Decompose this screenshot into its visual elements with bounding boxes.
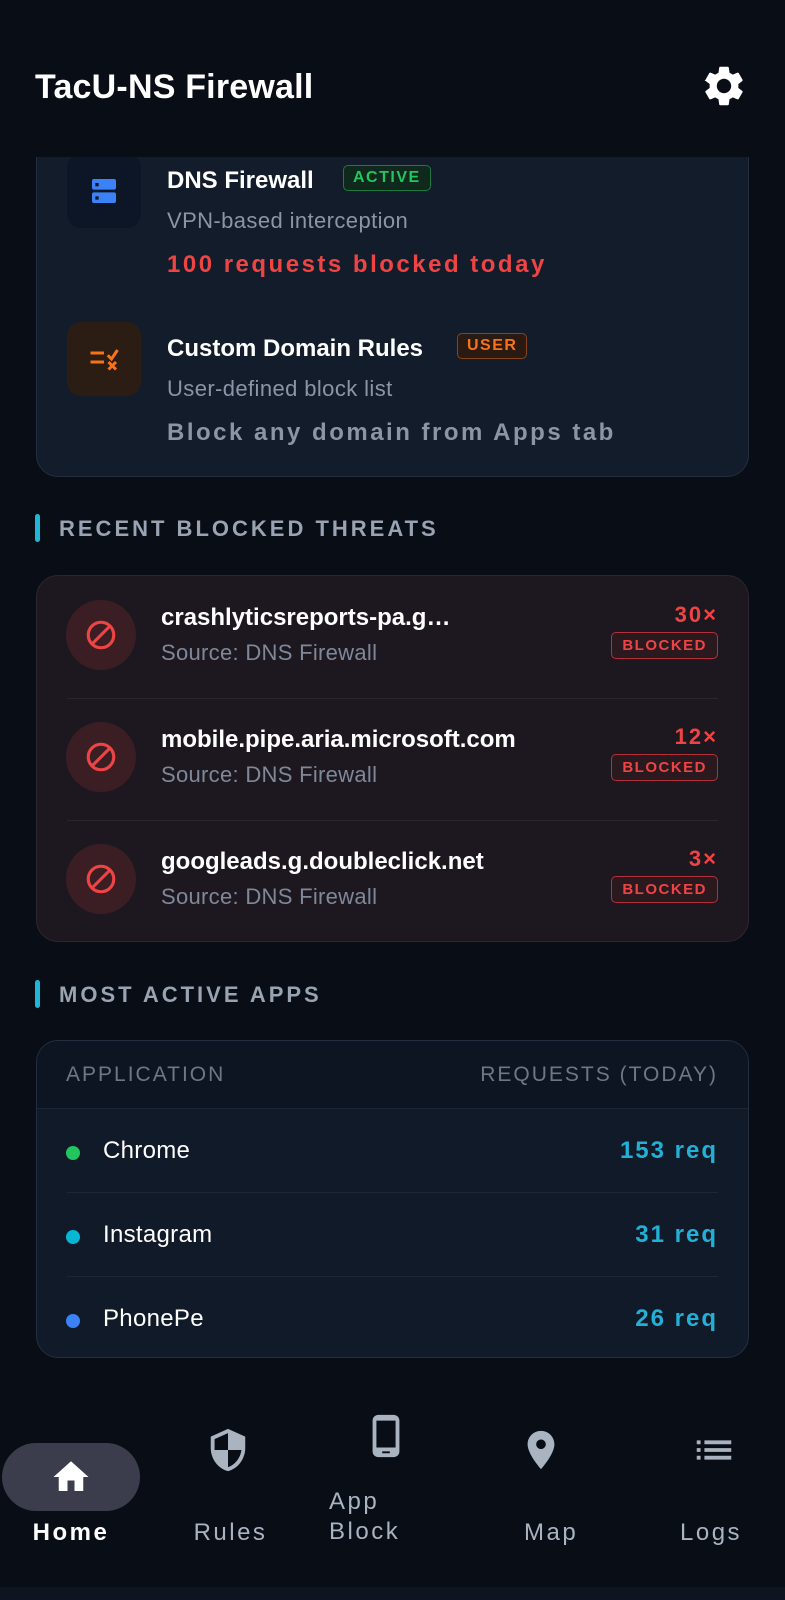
nav-label: App Block bbox=[329, 1488, 401, 1545]
blocked-badge: BLOCKED bbox=[611, 632, 718, 659]
nav-label: Home bbox=[32, 1519, 110, 1546]
threat-domain: mobile.pipe.aria.microsoft.com bbox=[161, 726, 516, 753]
main-content[interactable]: DNS Firewall ACTIVE VPN-based intercepti… bbox=[0, 157, 785, 1397]
threat-count: 30× bbox=[674, 602, 718, 627]
app-title: TacU-NS Firewall bbox=[35, 68, 314, 106]
block-icon bbox=[66, 600, 136, 670]
section-accent-bar bbox=[35, 514, 40, 542]
gear-icon bbox=[704, 66, 743, 106]
nav-app-block[interactable]: App Block bbox=[310, 1397, 467, 1587]
gesture-bar-area bbox=[0, 1587, 785, 1600]
engine-row-custom-rules[interactable]: Custom Domain Rules USER User-defined bl… bbox=[37, 296, 748, 446]
status-bar bbox=[0, 0, 785, 50]
engine-row-dns-firewall[interactable]: DNS Firewall ACTIVE VPN-based intercepti… bbox=[37, 157, 748, 278]
most-active-apps-card: APPLICATION REQUESTS (TODAY) Chrome 153 … bbox=[36, 1040, 749, 1358]
table-row[interactable]: PhonePe 26 req bbox=[37, 1277, 748, 1357]
engine-description: VPN-based interception bbox=[167, 208, 409, 233]
app-name: Instagram bbox=[103, 1221, 213, 1248]
threat-source: Source: DNS Firewall bbox=[161, 640, 378, 665]
table-row[interactable]: Instagram 31 req bbox=[37, 1193, 748, 1277]
table-row[interactable]: Chrome 153 req bbox=[37, 1109, 748, 1193]
nav-map[interactable]: Map bbox=[474, 1397, 631, 1587]
threat-row[interactable]: mobile.pipe.aria.microsoft.com Source: D… bbox=[37, 698, 748, 821]
engine-name: Custom Domain Rules bbox=[167, 335, 424, 362]
shield-icon bbox=[203, 1425, 253, 1475]
app-requests: 153 req bbox=[619, 1137, 718, 1164]
threat-row[interactable]: googleads.g.doubleclick.net Source: DNS … bbox=[37, 820, 748, 941]
nav-label: Logs bbox=[680, 1519, 743, 1546]
nav-label: Rules bbox=[193, 1519, 268, 1546]
threat-domain: googleads.g.doubleclick.net bbox=[161, 848, 484, 875]
status-badge-active: ACTIVE bbox=[343, 165, 431, 191]
list-icon bbox=[689, 1425, 739, 1475]
blocked-badge: BLOCKED bbox=[611, 876, 718, 903]
app-status-dot bbox=[66, 1314, 80, 1328]
threat-row[interactable]: crashlyticsreports-pa.googleapis.com Sou… bbox=[37, 576, 748, 699]
home-icon bbox=[47, 1455, 95, 1499]
app-requests: 26 req bbox=[635, 1305, 718, 1332]
app-status-dot bbox=[66, 1146, 80, 1160]
engine-name: DNS Firewall bbox=[167, 167, 314, 194]
server-icon bbox=[67, 157, 141, 228]
nav-logs[interactable]: Logs bbox=[628, 1397, 785, 1587]
block-icon bbox=[66, 722, 136, 792]
protection-engines-card: DNS Firewall ACTIVE VPN-based intercepti… bbox=[36, 157, 749, 477]
nav-rules[interactable]: Rules bbox=[152, 1397, 309, 1587]
threat-domain: crashlyticsreports-pa.googleapis.com bbox=[161, 604, 451, 631]
location-pin-icon bbox=[516, 1425, 566, 1475]
status-badge-user: USER bbox=[457, 333, 528, 359]
app-requests: 31 req bbox=[635, 1221, 718, 1248]
app-status-dot bbox=[66, 1230, 80, 1244]
settings-button[interactable] bbox=[700, 62, 748, 110]
nav-home[interactable]: Home bbox=[0, 1397, 157, 1587]
rule-list-icon bbox=[67, 322, 141, 396]
recent-threats-card: crashlyticsreports-pa.googleapis.com Sou… bbox=[36, 575, 749, 942]
section-title: MOST ACTIVE APPS bbox=[59, 982, 322, 1007]
section-title: RECENT BLOCKED THREATS bbox=[59, 516, 439, 541]
nav-label: Map bbox=[524, 1519, 579, 1546]
engine-description: User-defined block list bbox=[167, 376, 393, 401]
phone-icon bbox=[361, 1409, 411, 1463]
engine-stat: Block any domain from Apps tab bbox=[167, 419, 616, 446]
block-icon bbox=[66, 844, 136, 914]
column-header-application: APPLICATION bbox=[66, 1063, 226, 1086]
engine-stat: 100 requests blocked today bbox=[167, 251, 547, 278]
section-accent-bar bbox=[35, 980, 40, 1008]
app-name: PhonePe bbox=[103, 1305, 204, 1332]
threat-count: 12× bbox=[674, 724, 718, 749]
bottom-navigation: Home Rules App Block Map Logs bbox=[0, 1397, 785, 1587]
app-name: Chrome bbox=[103, 1137, 191, 1164]
threat-source: Source: DNS Firewall bbox=[161, 884, 378, 909]
threat-source: Source: DNS Firewall bbox=[161, 762, 378, 787]
blocked-badge: BLOCKED bbox=[611, 754, 718, 781]
app-header: TacU-NS Firewall bbox=[0, 50, 785, 157]
table-header: APPLICATION REQUESTS (TODAY) bbox=[37, 1041, 748, 1109]
column-header-requests: REQUESTS (TODAY) bbox=[480, 1063, 718, 1086]
threat-count: 3× bbox=[688, 846, 718, 871]
